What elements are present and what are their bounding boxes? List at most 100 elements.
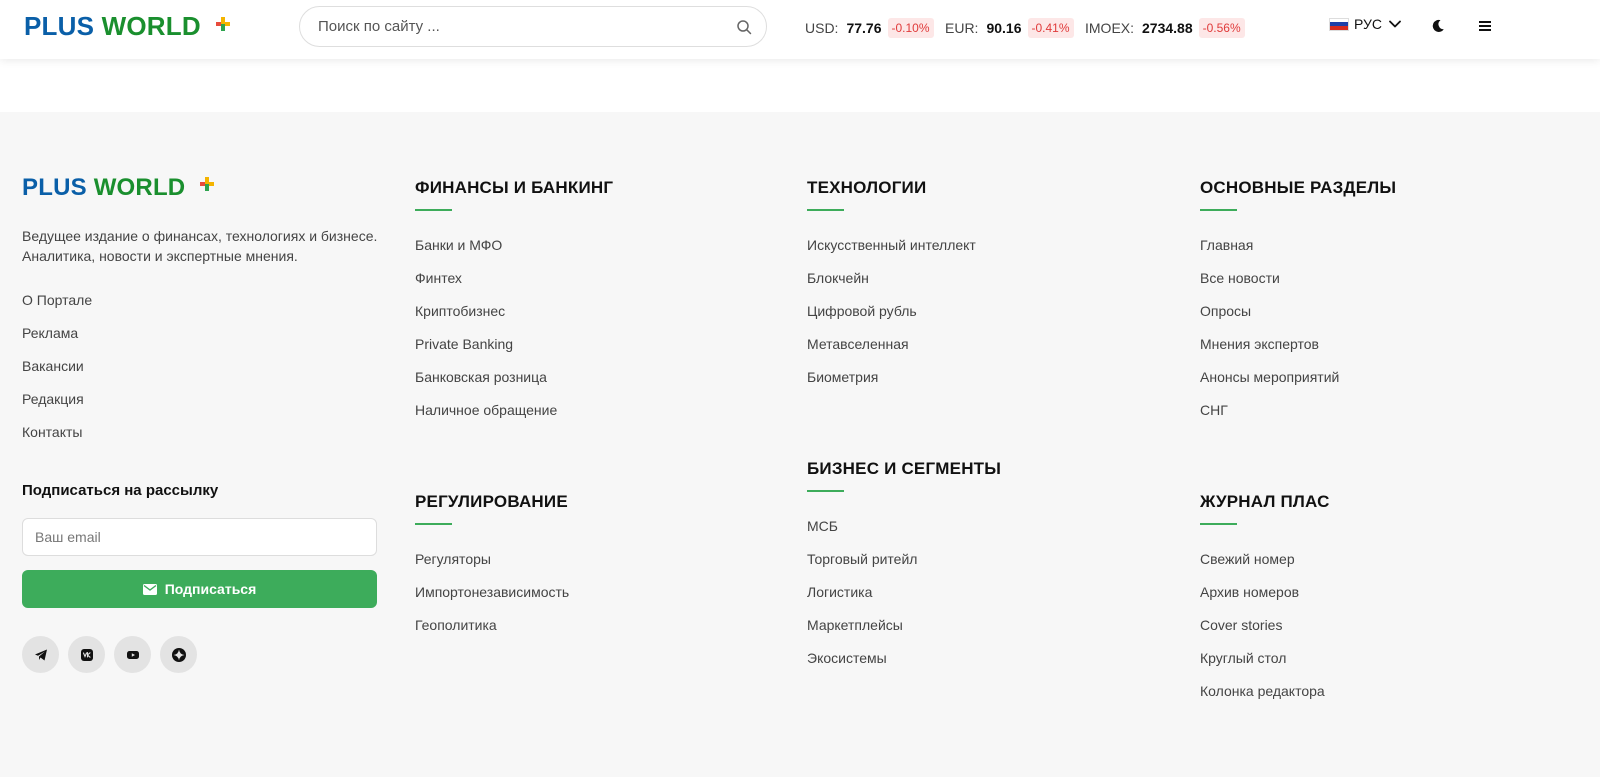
footer-link[interactable]: Банки и МФО	[415, 237, 613, 270]
footer-link[interactable]: Биометрия	[807, 369, 976, 402]
dzen-button[interactable]	[160, 636, 197, 673]
ticker-label: IMOEX:	[1085, 20, 1135, 36]
title-underline	[1200, 523, 1237, 525]
column-title: ФИНАНСЫ И БАНКИНГ	[415, 178, 614, 197]
footer-link-contacts[interactable]: Контакты	[22, 424, 92, 457]
moon-icon[interactable]	[1430, 18, 1446, 34]
footer-link[interactable]: Блокчейн	[807, 270, 976, 303]
email-input[interactable]	[23, 519, 376, 555]
footer-link[interactable]: Логистика	[807, 584, 1001, 617]
footer-link[interactable]: Private Banking	[415, 336, 613, 369]
footer-column-tech: ТЕХНОЛОГИИ Искусственный интеллект Блокч…	[807, 178, 976, 402]
footer-link[interactable]: Главная	[1200, 237, 1396, 270]
envelope-icon	[142, 583, 157, 595]
youtube-button[interactable]	[114, 636, 151, 673]
logo-text-plus: PLUS	[24, 11, 95, 41]
russia-flag-icon	[1329, 17, 1349, 31]
logo-plus-icon	[216, 17, 231, 31]
vk-button[interactable]	[68, 636, 105, 673]
title-underline	[807, 490, 844, 492]
footer-column-journal: ЖУРНАЛ ПЛАС Свежий номер Архив номеров C…	[1200, 492, 1330, 716]
column-title: РЕГУЛИРОВАНИЕ	[415, 492, 568, 511]
chevron-down-icon	[1389, 20, 1401, 28]
footer-link[interactable]: Банковская розница	[415, 369, 613, 402]
footer-link[interactable]: Опросы	[1200, 303, 1396, 336]
footer-column-main-sections: ОСНОВНЫЕ РАЗДЕЛЫ Главная Все новости Опр…	[1200, 178, 1396, 435]
footer-link[interactable]: Маркетплейсы	[807, 617, 1001, 650]
telegram-button[interactable]	[22, 636, 59, 673]
header-logo[interactable]: PLUS WORLD	[24, 11, 231, 42]
footer-link[interactable]: Торговый ритейл	[807, 551, 1001, 584]
footer-logo[interactable]: PLUS WORLD	[22, 174, 215, 202]
ticker-label: EUR:	[945, 20, 979, 36]
ticker-value: 77.76	[846, 20, 882, 36]
footer-link-editorial[interactable]: Редакция	[22, 391, 92, 424]
footer-link[interactable]: Метавселенная	[807, 336, 976, 369]
ticker-eur: EUR: 90.16 -0.41%	[945, 17, 1074, 39]
ticker-change-badge: -0.10%	[887, 18, 934, 38]
footer-link[interactable]: Геополитика	[415, 617, 569, 650]
footer-link[interactable]: Свежий номер	[1200, 551, 1330, 584]
ticker-usd: USD: 77.76 -0.10%	[805, 17, 934, 39]
column-title: ТЕХНОЛОГИИ	[807, 178, 927, 197]
footer-link[interactable]: СНГ	[1200, 402, 1396, 435]
ticker-label: USD:	[805, 20, 839, 36]
footer-link[interactable]: Цифровой рубль	[807, 303, 976, 336]
title-underline	[415, 209, 452, 211]
logo-text-world: WORLD	[101, 11, 201, 41]
footer-link[interactable]: Регуляторы	[415, 551, 569, 584]
footer-link[interactable]: Импортонезависимость	[415, 584, 569, 617]
newsletter-title: Подписаться на рассылку	[22, 482, 219, 499]
search-icon[interactable]	[736, 19, 752, 35]
footer-link[interactable]: Все новости	[1200, 270, 1396, 303]
search-input[interactable]	[318, 7, 718, 46]
footer-link[interactable]: МСБ	[807, 518, 1001, 551]
footer-link[interactable]: Круглый стол	[1200, 650, 1330, 683]
title-underline	[807, 209, 844, 211]
footer-column-regulation: РЕГУЛИРОВАНИЕ Регуляторы Импортонезависи…	[415, 492, 569, 650]
telegram-icon	[34, 649, 47, 660]
logo-plus-icon	[200, 177, 215, 191]
social-links	[22, 636, 206, 673]
footer-column-finance: ФИНАНСЫ И БАНКИНГ Банки и МФО Финтех Кри…	[415, 178, 613, 435]
logo-text-plus: PLUS	[22, 174, 87, 201]
footer-link[interactable]: Финтех	[415, 270, 613, 303]
about-links: О Портале Реклама Вакансии Редакция Конт…	[22, 292, 92, 457]
footer-link-about[interactable]: О Портале	[22, 292, 92, 325]
language-selector[interactable]: РУС	[1329, 16, 1402, 32]
footer-column-business: БИЗНЕС И СЕГМЕНТЫ МСБ Торговый ритейл Ло…	[807, 459, 1001, 683]
footer-link[interactable]: Архив номеров	[1200, 584, 1330, 617]
footer-link[interactable]: Криптобизнес	[415, 303, 613, 336]
footer-link[interactable]: Cover stories	[1200, 617, 1330, 650]
language-label: РУС	[1354, 16, 1383, 32]
footer-tagline: Ведущее издание о финансах, технологиях …	[22, 228, 378, 264]
column-title: ЖУРНАЛ ПЛАС	[1200, 492, 1330, 511]
footer-link[interactable]: Анонсы мероприятий	[1200, 369, 1396, 402]
youtube-icon	[126, 650, 139, 659]
footer-link[interactable]: Наличное обращение	[415, 402, 613, 435]
footer-link[interactable]: Мнения экспертов	[1200, 336, 1396, 369]
footer-link[interactable]: Колонка редактора	[1200, 683, 1330, 716]
column-title: ОСНОВНЫЕ РАЗДЕЛЫ	[1200, 178, 1397, 197]
ticker-change-badge: -0.41%	[1027, 18, 1074, 38]
newsletter-email-field	[22, 518, 377, 556]
subscribe-button[interactable]: Подписаться	[22, 570, 377, 608]
ticker-value: 2734.88	[1142, 20, 1193, 36]
column-title: БИЗНЕС И СЕГМЕНТЫ	[807, 459, 1002, 478]
search-box	[299, 6, 767, 47]
dzen-icon	[171, 647, 186, 662]
logo-text-world: WORLD	[93, 174, 186, 201]
footer-link-jobs[interactable]: Вакансии	[22, 358, 92, 391]
menu-icon[interactable]	[1477, 18, 1493, 34]
title-underline	[415, 523, 452, 525]
ticker-value: 90.16	[986, 20, 1022, 36]
title-underline	[1200, 209, 1237, 211]
footer-link[interactable]: Экосистемы	[807, 650, 1001, 683]
vk-icon	[80, 648, 93, 661]
site-header: PLUS WORLD USD: 77.76 -0.10% EUR: 90.16 …	[0, 0, 1600, 59]
footer-link-ads[interactable]: Реклама	[22, 325, 92, 358]
ticker-change-badge: -0.56%	[1198, 18, 1245, 38]
subscribe-button-label: Подписаться	[164, 581, 257, 597]
footer-link[interactable]: Искусственный интеллект	[807, 237, 976, 270]
ticker-imoex: IMOEX: 2734.88 -0.56%	[1085, 17, 1245, 39]
